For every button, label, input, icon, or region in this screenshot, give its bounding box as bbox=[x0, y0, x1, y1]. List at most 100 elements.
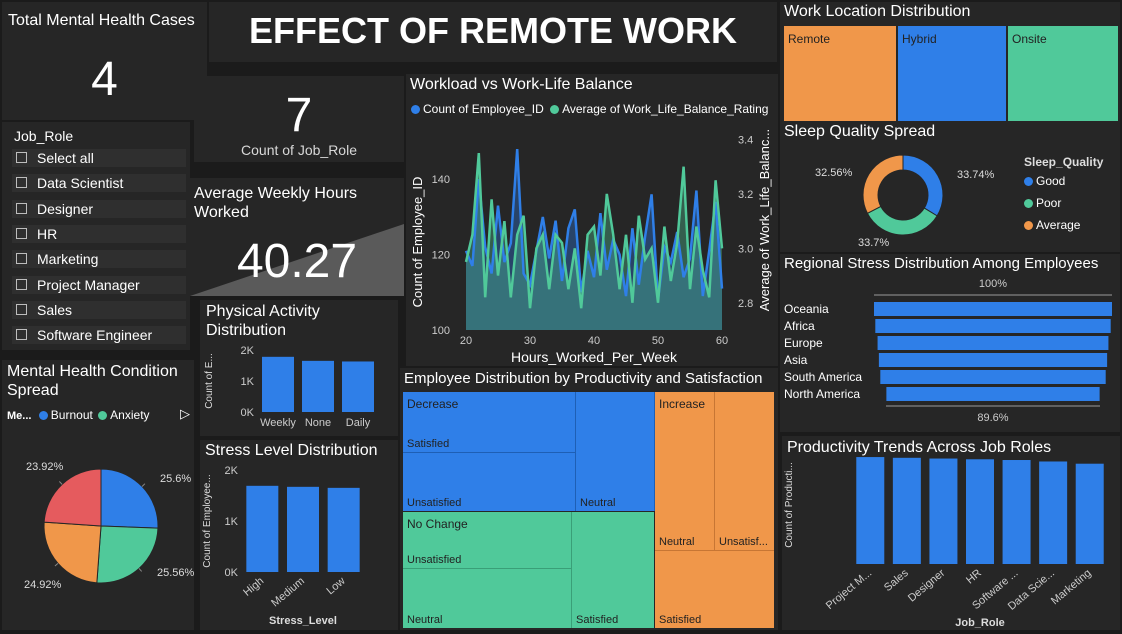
tile-label: Satisfied bbox=[659, 614, 702, 626]
tile-nochange-group: No Change bbox=[407, 517, 468, 531]
legend-poor-label: Poor bbox=[1036, 196, 1062, 210]
checkbox-icon[interactable] bbox=[16, 303, 27, 315]
regional-funnel-chart: 100% Oceania Africa Europe Asia South America… bbox=[784, 278, 1112, 424]
tile-increase-neutral[interactable]: Increase Neutral bbox=[655, 392, 715, 551]
slicer-item[interactable]: HR bbox=[12, 224, 186, 243]
y2-tick-label: 3.4 bbox=[738, 134, 753, 146]
sleep-quality-card: Sleep Quality Spread Sleep_Quality Good … bbox=[780, 122, 1120, 252]
y-axis-label: Count of Employee_ID bbox=[410, 177, 425, 308]
total-cases-value: 4 bbox=[91, 53, 118, 106]
y2-tick-label: 3.2 bbox=[738, 189, 753, 201]
x-tick-label: 30 bbox=[524, 335, 536, 347]
y-axis-label: Count of Producti... bbox=[784, 462, 795, 548]
donut-slice bbox=[902, 154, 944, 217]
slicer-item-label: Project Manager bbox=[37, 276, 140, 293]
leader-line bbox=[58, 481, 63, 485]
location-tile-hybrid[interactable]: Hybrid bbox=[898, 26, 1006, 121]
y-tick-label: 0K bbox=[225, 567, 239, 579]
funnel-bar bbox=[877, 336, 1109, 350]
funnel-top-label: 100% bbox=[979, 278, 1007, 290]
y-tick-label: 2K bbox=[241, 345, 255, 357]
y-tick-label: 120 bbox=[432, 250, 450, 262]
job-trends-chart: 500Project M...SalesDesignerHRSoftware .… bbox=[784, 436, 1104, 629]
funnel-bottom-label: 89.6% bbox=[977, 412, 1008, 424]
checkbox-icon[interactable] bbox=[16, 177, 27, 189]
bar bbox=[342, 361, 374, 412]
job-role-slicer: Job_Role Select all Data Scientist Designe… bbox=[2, 122, 190, 350]
tile-decrease-satisfied: Satisfied bbox=[407, 438, 450, 450]
legend-good-label: Good bbox=[1036, 174, 1066, 188]
stress-level-chart: 0K 1K 2K High Medium Low Count of Employee... S… bbox=[202, 465, 360, 627]
tile-nochange-unsatisfied[interactable]: No Change Unsatisfied bbox=[403, 512, 572, 569]
x-tick-label: Project M... bbox=[824, 567, 874, 612]
bar bbox=[929, 458, 958, 564]
sleep-legend: Sleep_Quality Good Poor Average bbox=[1024, 154, 1103, 236]
tile-increase-group: Increase bbox=[659, 397, 706, 411]
y-tick-label: 2K bbox=[225, 465, 239, 477]
slicer-item-label: Marketing bbox=[37, 251, 99, 268]
sleep-legend-poor: Poor bbox=[1024, 192, 1103, 214]
checkbox-icon[interactable] bbox=[16, 227, 27, 239]
bar bbox=[966, 459, 994, 564]
x-tick-label: None bbox=[305, 417, 331, 429]
productivity-satisfaction-card: Employee Distribution by Productivity an… bbox=[400, 368, 778, 630]
slicer-item-label: HR bbox=[37, 225, 58, 242]
mental-health-pie: 25.6% 25.56% 24.92% 23.92% bbox=[24, 461, 194, 591]
tile-increase-unsatisfied[interactable]: Unsatisf... bbox=[715, 392, 774, 551]
legend-dot-poor bbox=[1024, 199, 1033, 209]
x-tick-label: 40 bbox=[588, 335, 600, 347]
checkbox-icon[interactable] bbox=[16, 152, 27, 163]
stress-level-card: Stress Level Distribution 0K 1K 2K High Medi… bbox=[200, 440, 398, 630]
tile-increase-satisfied[interactable]: Satisfied bbox=[655, 551, 774, 628]
tile-decrease-neutral[interactable]: Neutral bbox=[576, 392, 655, 511]
y-tick-label: 140 bbox=[432, 174, 450, 186]
location-tile-onsite[interactable]: Onsite bbox=[1008, 26, 1118, 121]
bar bbox=[892, 457, 921, 564]
tile-decrease[interactable]: Decrease Satisfied bbox=[403, 392, 576, 453]
treemap-title: Employee Distribution by Productivity an… bbox=[404, 370, 763, 387]
slicer-item[interactable]: Software Engineer bbox=[12, 326, 186, 345]
slicer-item[interactable]: Project Manager bbox=[12, 275, 186, 294]
legend-dot-good bbox=[1024, 177, 1033, 187]
funnel-category: Asia bbox=[784, 353, 808, 367]
pie-slice bbox=[43, 468, 102, 527]
checkbox-icon[interactable] bbox=[16, 253, 27, 265]
bar bbox=[246, 485, 279, 572]
slicer-item[interactable]: Designer bbox=[12, 199, 186, 218]
pie-label: 25.56% bbox=[157, 567, 194, 579]
y-tick-label: 500 bbox=[830, 436, 848, 439]
funnel-bar bbox=[874, 302, 1112, 316]
donut-slice bbox=[862, 154, 904, 214]
location-tile-remote[interactable]: Remote bbox=[784, 26, 896, 121]
checkbox-icon[interactable] bbox=[16, 278, 27, 290]
leader-line bbox=[141, 483, 146, 487]
y-tick-label: 1K bbox=[241, 376, 255, 388]
workload-card: Workload vs Work-Life Balance Count of E… bbox=[406, 74, 778, 366]
tile-nochange-satisfied[interactable]: Satisfied bbox=[572, 512, 654, 628]
slicer-item[interactable]: Sales bbox=[12, 300, 186, 319]
bar bbox=[327, 487, 360, 572]
tile-label: Neutral bbox=[407, 614, 443, 626]
donut-slice bbox=[866, 205, 938, 236]
sleep-legend-average: Average bbox=[1024, 214, 1103, 236]
donut-label: 33.7% bbox=[858, 237, 889, 249]
tile-decrease-unsatisfied[interactable]: Unsatisfied bbox=[403, 453, 576, 511]
x-axis-label: Job_Role bbox=[955, 617, 1005, 629]
x-axis-label: Hours_Worked_Per_Week bbox=[511, 349, 678, 365]
checkbox-icon[interactable] bbox=[16, 329, 27, 341]
funnel-bar bbox=[875, 319, 1111, 333]
tile-decrease-group: Decrease bbox=[407, 397, 459, 411]
bar bbox=[287, 486, 319, 572]
slicer-item[interactable]: Data Scientist bbox=[12, 174, 186, 193]
funnel-category: Oceania bbox=[784, 302, 829, 316]
tile-nochange-neutral[interactable]: Neutral bbox=[403, 569, 572, 628]
checkbox-icon[interactable] bbox=[16, 202, 27, 214]
mental-health-card: Mental Health Condition Spread Me... Bur… bbox=[2, 360, 194, 630]
x-axis-label: Stress_Level bbox=[269, 615, 337, 627]
pie-slice bbox=[43, 521, 102, 584]
x-tick-label: 50 bbox=[652, 335, 664, 347]
y-tick-label: 1K bbox=[225, 516, 239, 528]
regional-stress-card: Regional Stress Distribution Among Emplo… bbox=[780, 254, 1120, 432]
slicer-item[interactable]: Select all bbox=[12, 149, 186, 167]
slicer-item[interactable]: Marketing bbox=[12, 250, 186, 269]
